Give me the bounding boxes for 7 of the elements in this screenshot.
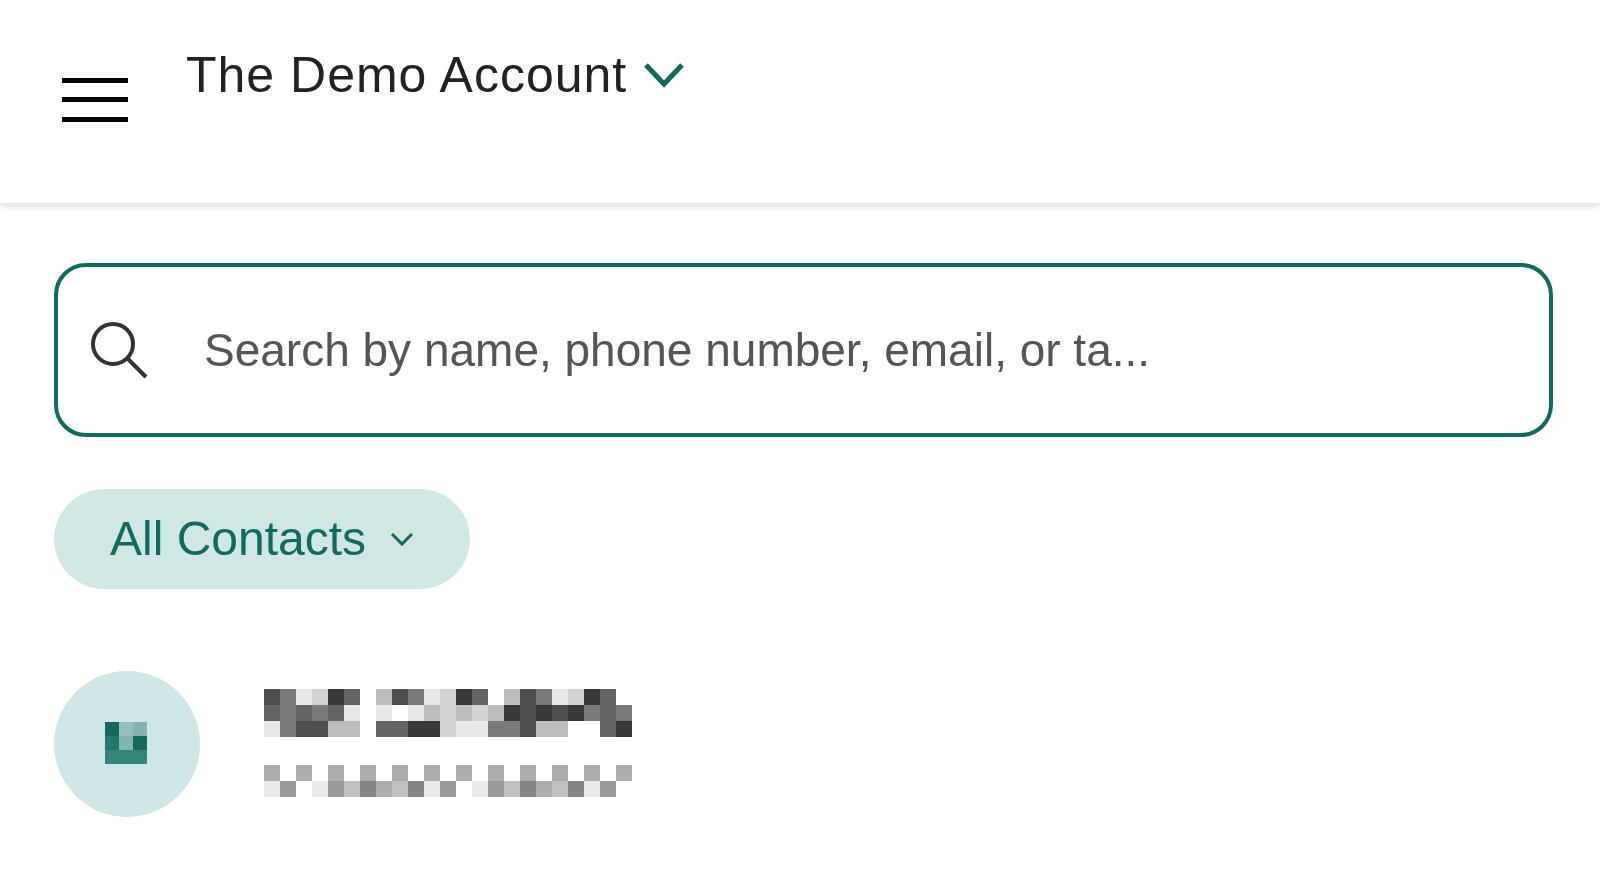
menu-icon[interactable] bbox=[62, 78, 128, 122]
search-field[interactable]: Search by name, phone number, email, or ta... bbox=[54, 263, 1553, 437]
chevron-down-icon[interactable] bbox=[643, 62, 686, 88]
account-name[interactable]: The Demo Account bbox=[186, 50, 628, 100]
chevron-down-icon bbox=[390, 532, 415, 546]
redacted-initials-drawing bbox=[105, 722, 149, 766]
filter-dropdown[interactable]: All Contacts bbox=[54, 489, 471, 589]
